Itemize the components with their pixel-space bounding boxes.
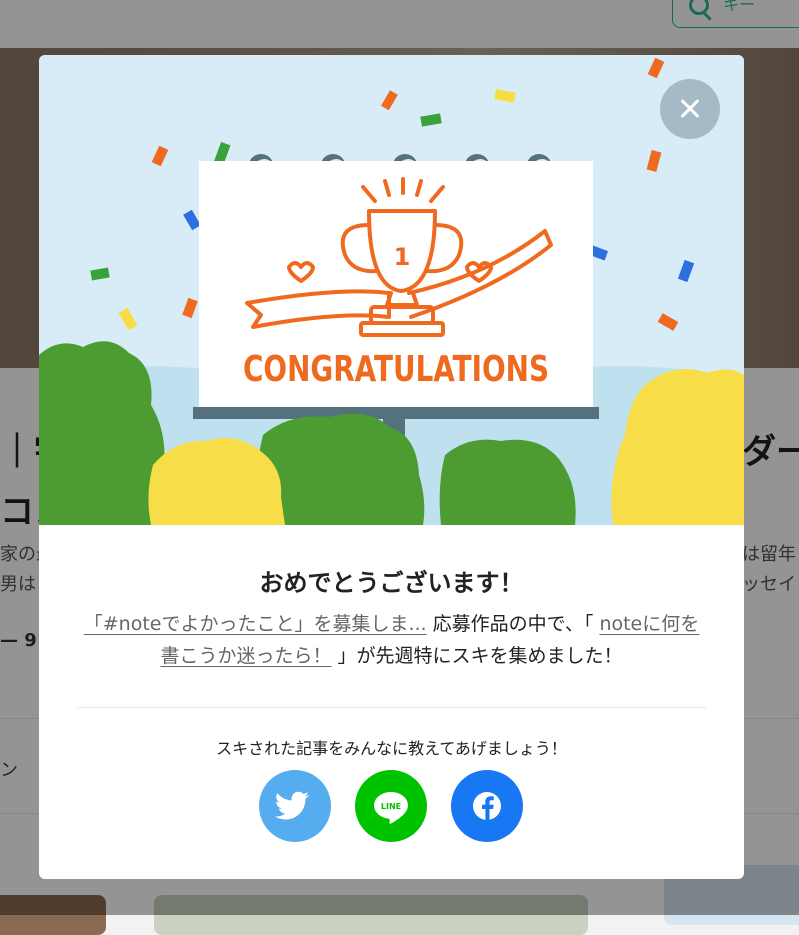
modal-title: おめでとうございます！ (259, 569, 524, 597)
congratulations-modal: 1 CONGRATULATIONS おめでとうございます！ 「#noteでよかっ… (39, 55, 744, 879)
line-share-button[interactable]: LINE (355, 770, 427, 842)
twitter-icon (274, 791, 309, 820)
modal-message: 「#noteでよかったこと」を募集しま... 応募作品の中で、「 noteに何を… (79, 608, 704, 672)
congratulations-text: CONGRATULATIONS (243, 349, 549, 390)
line-icon: LINE (374, 792, 408, 824)
trophy-number: 1 (394, 243, 411, 271)
message-text-end: 」が先週特にスキを集めました！ (331, 645, 623, 667)
congratulations-illustration: 1 CONGRATULATIONS (39, 55, 744, 525)
billboard-illustration: 1 CONGRATULATIONS (39, 55, 744, 525)
facebook-share-button[interactable] (451, 770, 523, 842)
line-label: LINE (381, 802, 401, 811)
share-prompt: スキされた記事をみんなに教えてあげましょう！ (216, 739, 567, 758)
facebook-icon (473, 792, 501, 820)
message-text: 応募作品の中で、「 (426, 613, 600, 635)
close-button[interactable] (660, 79, 720, 139)
share-buttons: LINE (39, 770, 744, 842)
twitter-share-button[interactable] (259, 770, 331, 842)
contest-link[interactable]: 「#noteでよかったこと」を募集しま... (84, 613, 427, 635)
divider (77, 707, 706, 708)
